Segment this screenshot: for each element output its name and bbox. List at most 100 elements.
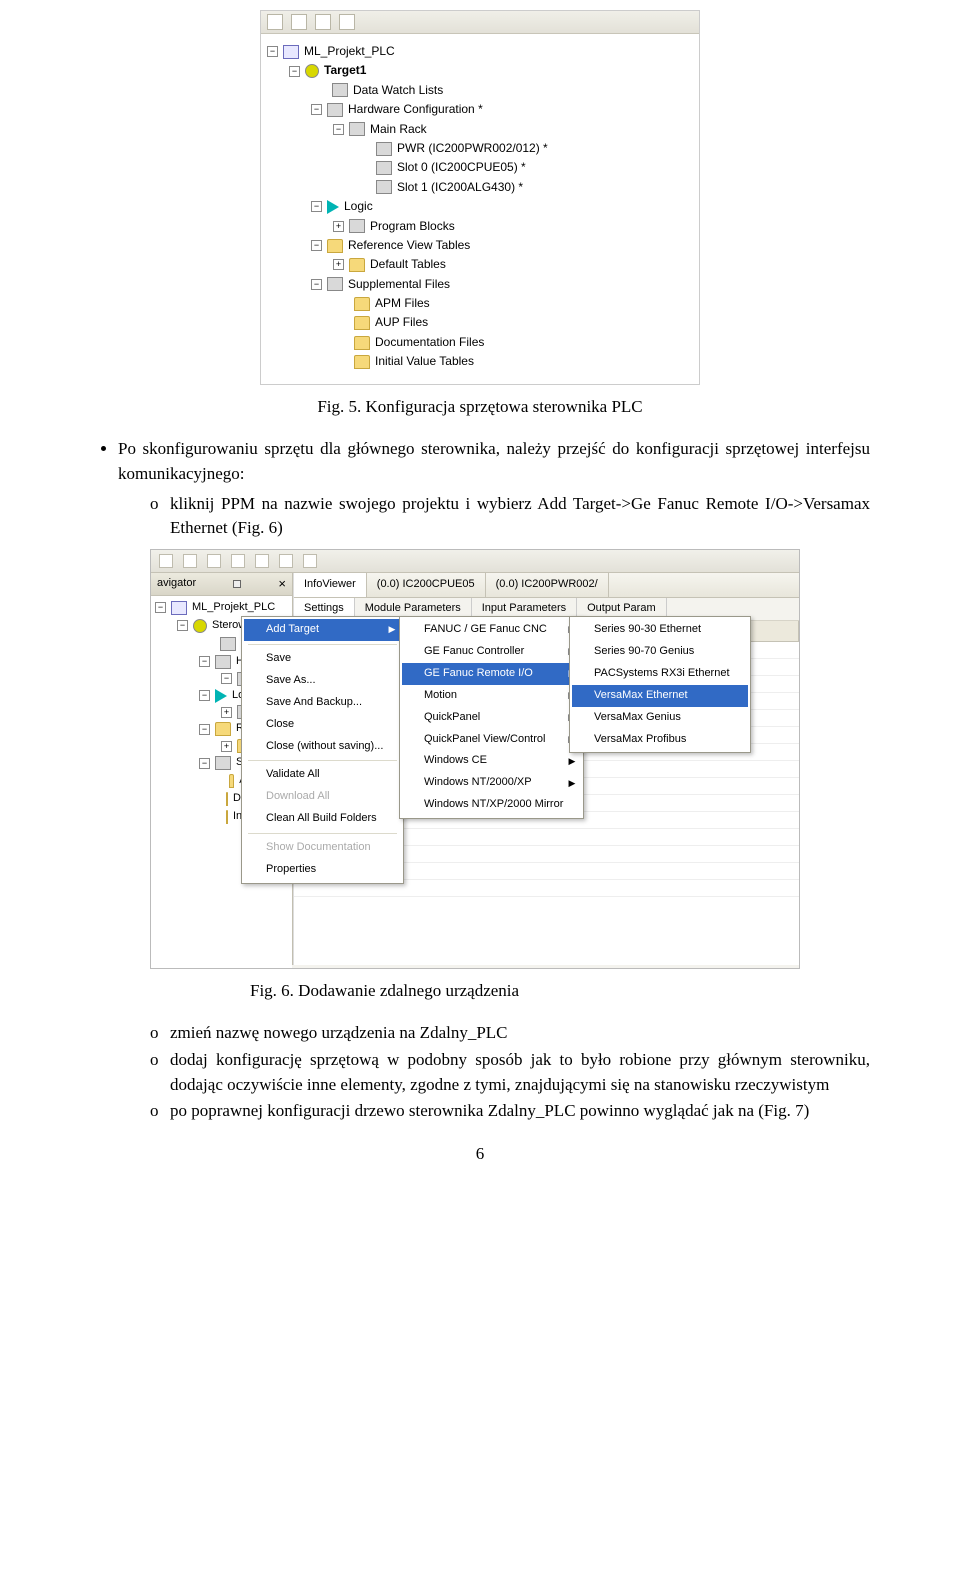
folder-icon	[229, 774, 234, 788]
collapse-icon[interactable]: −	[311, 201, 322, 212]
expand-icon[interactable]: +	[221, 707, 232, 718]
menu-item[interactable]: Windows NT/XP/2000 Mirror	[402, 794, 581, 816]
toolbar-icon[interactable]	[207, 554, 221, 568]
collapse-icon[interactable]: −	[199, 758, 210, 769]
toolbar-icon[interactable]	[267, 14, 283, 30]
tree-node[interactable]: Documentation Files	[267, 333, 693, 352]
project-tree[interactable]: −ML_Projekt_PLC−Target1Data Watch Lists−…	[261, 34, 699, 384]
toolbar-icon[interactable]	[255, 554, 269, 568]
menu-item[interactable]: Series 90-30 Ethernet	[572, 619, 748, 641]
menu-item-label: VersaMax Genius	[594, 710, 681, 726]
menu-item-label: Validate All	[266, 767, 320, 783]
tree-node[interactable]: AUP Files	[267, 313, 693, 332]
menu-item[interactable]: Series 90-70 Genius	[572, 641, 748, 663]
sub-bullet-c: dodaj konfigurację sprzętową w podobny s…	[150, 1048, 870, 1097]
menu-item[interactable]: VersaMax Ethernet	[572, 685, 748, 707]
toolbar-icon[interactable]	[159, 554, 173, 568]
document-tab[interactable]: InfoViewer	[294, 573, 367, 597]
tree-node[interactable]: −Target1	[267, 61, 693, 80]
toolbar-icon[interactable]	[303, 554, 317, 568]
toolbar-icon[interactable]	[339, 14, 355, 30]
menu-item[interactable]: Close (without saving)...	[244, 736, 401, 758]
menu-item[interactable]: Properties	[244, 859, 401, 881]
context-menu-2[interactable]: FANUC / GE Fanuc CNC▶GE Fanuc Controller…	[399, 616, 584, 819]
tree-node[interactable]: +Program Blocks	[267, 217, 693, 236]
toolbar-icon[interactable]	[231, 554, 245, 568]
collapse-icon[interactable]: −	[333, 124, 344, 135]
collapse-icon[interactable]: −	[221, 673, 232, 684]
menu-item[interactable]: Clean All Build Folders	[244, 808, 401, 830]
menu-item[interactable]: Validate All	[244, 764, 401, 786]
toolbar-icon[interactable]	[279, 554, 293, 568]
collapse-icon[interactable]: −	[199, 690, 210, 701]
tree-node-label: PWR (IC200PWR002/012) *	[397, 140, 548, 157]
tree-node[interactable]: − ML_Projekt_PLC	[267, 42, 693, 61]
context-menu-3[interactable]: Series 90-30 EthernetSeries 90-70 Genius…	[569, 616, 751, 754]
logic-icon	[215, 689, 227, 703]
tree-node[interactable]: −ML_Projekt_PLC	[155, 599, 288, 617]
menu-item[interactable]: Save And Backup...	[244, 692, 401, 714]
tree-node[interactable]: −Main Rack	[267, 120, 693, 139]
tree-node[interactable]: Data Watch Lists	[267, 81, 693, 100]
tree-node[interactable]: Slot 1 (IC200ALG430) *	[267, 178, 693, 197]
folder-icon	[226, 810, 228, 824]
tree-node[interactable]: APM Files	[267, 294, 693, 313]
box-icon	[349, 219, 365, 233]
tree-node-label: Default Tables	[370, 256, 446, 273]
collapse-icon[interactable]: −	[289, 66, 300, 77]
tree-node[interactable]: − Hardware Configuration *	[267, 100, 693, 119]
menu-item[interactable]: FANUC / GE Fanuc CNC▶	[402, 619, 581, 641]
tree-node[interactable]: + Default Tables	[267, 255, 693, 274]
toolbar-icon[interactable]	[315, 14, 331, 30]
tree-node[interactable]: Initial Value Tables	[267, 352, 693, 371]
expand-icon[interactable]: +	[221, 741, 232, 752]
tree-node[interactable]: −Supplemental Files	[267, 275, 693, 294]
tree-node-label: Slot 1 (IC200ALG430) *	[397, 179, 523, 196]
menu-item[interactable]: QuickPanel View/Control▶	[402, 729, 581, 751]
tree-node[interactable]: PWR (IC200PWR002/012) *	[267, 139, 693, 158]
menu-item[interactable]: Motion▶	[402, 685, 581, 707]
collapse-icon[interactable]: −	[311, 279, 322, 290]
box-icon	[376, 161, 392, 175]
tree-node-label: Hardware Configuration *	[348, 101, 483, 118]
collapse-icon[interactable]: −	[177, 620, 188, 631]
navigator-header: avigator ×	[151, 573, 292, 596]
close-icon[interactable]: ×	[278, 579, 286, 589]
menu-item-label: FANUC / GE Fanuc CNC	[424, 622, 547, 638]
context-menu-1[interactable]: Add Target▶ SaveSave As... Save And Backup…	[241, 616, 404, 884]
menu-item[interactable]: VersaMax Genius	[572, 707, 748, 729]
menu-item-label: Save And Backup...	[266, 695, 362, 711]
menu-item[interactable]: PACSystems RX3i Ethernet	[572, 663, 748, 685]
menu-item[interactable]: Save As...	[244, 670, 401, 692]
collapse-icon[interactable]: −	[267, 46, 278, 57]
collapse-icon[interactable]: −	[155, 602, 166, 613]
menu-item[interactable]: Save	[244, 648, 401, 670]
collapse-icon[interactable]: −	[311, 104, 322, 115]
tree-node-label: ML_Projekt_PLC	[304, 43, 395, 60]
tree-node[interactable]: −Reference View Tables	[267, 236, 693, 255]
expand-icon[interactable]: +	[333, 259, 344, 270]
menu-item-label: GE Fanuc Controller	[424, 644, 524, 660]
sub-bullet-a: kliknij PPM na nazwie swojego projektu i…	[150, 492, 870, 541]
document-tab[interactable]: (0.0) IC200PWR002/	[486, 573, 609, 597]
menu-item[interactable]: VersaMax Profibus	[572, 729, 748, 751]
collapse-icon[interactable]: −	[311, 240, 322, 251]
pin-icon[interactable]	[233, 580, 241, 588]
menu-item[interactable]: GE Fanuc Controller▶	[402, 641, 581, 663]
collapse-icon[interactable]: −	[199, 656, 210, 667]
menu-item-label: VersaMax Profibus	[594, 732, 686, 748]
menu-item[interactable]: Windows NT/2000/XP▶	[402, 772, 581, 794]
collapse-icon[interactable]: −	[199, 724, 210, 735]
menu-item[interactable]: Add Target▶	[244, 619, 401, 641]
menu-item[interactable]: Close	[244, 714, 401, 736]
menu-item[interactable]: Windows CE▶	[402, 750, 581, 772]
tree-node[interactable]: Slot 0 (IC200CPUE05) *	[267, 158, 693, 177]
document-tab[interactable]: (0.0) IC200CPUE05	[367, 573, 486, 597]
toolbar-icon[interactable]	[291, 14, 307, 30]
menu-item[interactable]: QuickPanel▶	[402, 707, 581, 729]
tree-node[interactable]: −Logic	[267, 197, 693, 216]
menu-item[interactable]: GE Fanuc Remote I/O▶	[402, 663, 581, 685]
toolbar-icon[interactable]	[183, 554, 197, 568]
menu-item-label: Clean All Build Folders	[266, 811, 377, 827]
expand-icon[interactable]: +	[333, 221, 344, 232]
